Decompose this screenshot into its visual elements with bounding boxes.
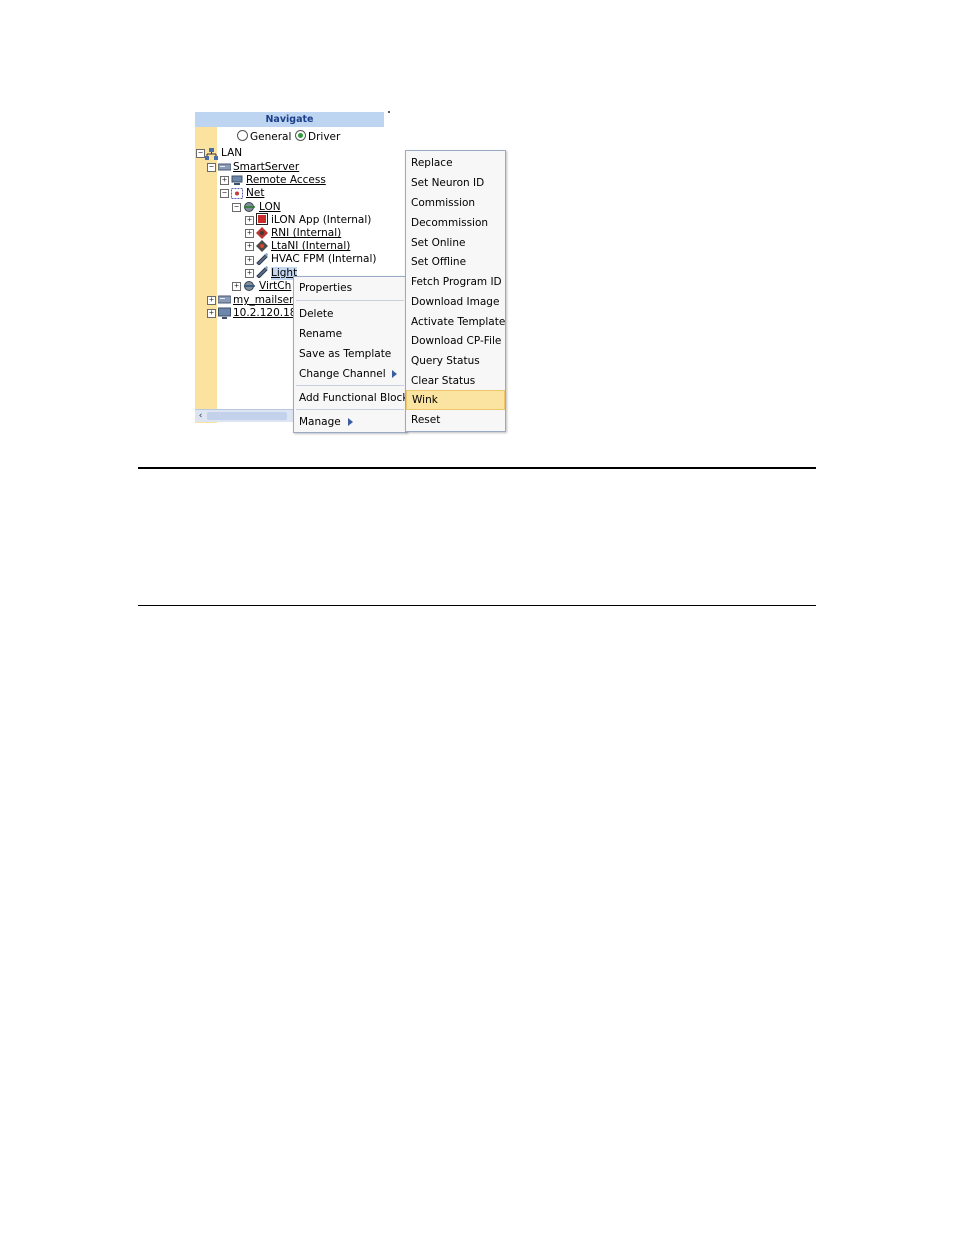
light-device-icon xyxy=(256,266,268,278)
mailserver-expand-toggle[interactable]: + xyxy=(207,296,216,305)
ltani-icon xyxy=(256,240,268,252)
virtual-channel-icon xyxy=(244,281,255,291)
submenu-item-wink[interactable]: Wink xyxy=(406,390,505,410)
lon-collapse-toggle[interactable]: − xyxy=(232,203,241,212)
radio-driver[interactable] xyxy=(295,130,306,141)
hvac-fpm-expand-toggle[interactable]: + xyxy=(245,256,254,265)
scroll-left-icon[interactable]: ‹ xyxy=(196,410,205,422)
view-mode-general-label: General xyxy=(250,131,292,143)
change-channel-label: Change Channel xyxy=(299,368,386,380)
menu-separator xyxy=(296,300,404,301)
document-rule-bottom xyxy=(138,605,816,606)
menu-item-manage[interactable]: Manage xyxy=(294,412,406,432)
submenu-item-fetch-program-id[interactable]: Fetch Program ID xyxy=(406,272,505,292)
manage-label: Manage xyxy=(299,416,341,428)
scrollbar-thumb[interactable] xyxy=(207,412,287,420)
tree-item-lan[interactable]: LAN xyxy=(221,147,242,160)
menu-item-properties[interactable]: Properties xyxy=(294,278,406,298)
tree-item-ilon-app[interactable]: iLON App (Internal) xyxy=(271,214,371,227)
lan-icon xyxy=(205,148,218,160)
submenu-item-commission[interactable]: Commission xyxy=(406,193,505,213)
submenu-item-download-image[interactable]: Download Image xyxy=(406,292,505,312)
menu-item-add-functional-block[interactable]: Add Functional Block xyxy=(294,388,408,408)
tree-item-mailserver[interactable]: my_mailserv xyxy=(233,294,300,307)
remote-access-icon xyxy=(231,175,243,185)
document-rule-top xyxy=(138,467,816,469)
submenu-item-set-neuron-id[interactable]: Set Neuron ID xyxy=(406,173,505,193)
light-expand-toggle[interactable]: + xyxy=(245,269,254,278)
tree-item-rni[interactable]: RNI (Internal) xyxy=(271,227,341,240)
radio-general[interactable] xyxy=(237,130,248,141)
view-mode-driver[interactable]: Driver xyxy=(295,130,340,144)
navigate-header: Navigate xyxy=(195,112,384,127)
rni-expand-toggle[interactable]: + xyxy=(245,229,254,238)
menu-item-delete[interactable]: Delete xyxy=(294,304,406,324)
submenu-item-clear-status[interactable]: Clear Status xyxy=(406,371,505,391)
submenu-item-query-status[interactable]: Query Status xyxy=(406,351,505,371)
tree-item-remote-access[interactable]: Remote Access xyxy=(246,174,326,187)
ip-device-icon xyxy=(218,307,231,319)
tree-item-virtch[interactable]: VirtCh xyxy=(259,280,291,293)
ip-device-expand-toggle[interactable]: + xyxy=(207,309,216,318)
ilon-app-expand-toggle[interactable]: + xyxy=(245,216,254,225)
menu-item-change-channel[interactable]: Change Channel xyxy=(294,364,406,384)
virtch-expand-toggle[interactable]: + xyxy=(232,282,241,291)
submenu-item-decommission[interactable]: Decommission xyxy=(406,213,505,233)
submenu-item-download-cp-file[interactable]: Download CP-File xyxy=(406,331,505,351)
tree-item-ip-device[interactable]: 10.2.120.18 xyxy=(233,307,296,320)
horizontal-scrollbar[interactable]: ‹ xyxy=(195,409,295,422)
view-mode-driver-label: Driver xyxy=(308,131,341,143)
lan-collapse-toggle[interactable]: − xyxy=(196,149,205,158)
menu-item-rename[interactable]: Rename xyxy=(294,324,406,344)
remote-access-expand-toggle[interactable]: + xyxy=(220,176,229,185)
submenu-item-activate-template[interactable]: Activate Template xyxy=(406,312,505,332)
context-menu: Properties Delete Rename Save as Templat… xyxy=(293,276,408,433)
tree-item-smartserver[interactable]: SmartServer xyxy=(233,161,299,174)
submenu-arrow-icon xyxy=(348,418,353,426)
tree-item-ltani[interactable]: LtaNI (Internal) xyxy=(271,240,350,253)
tree-item-hvac-fpm[interactable]: HVAC FPM (Internal) xyxy=(271,253,377,266)
menu-item-save-as-template[interactable]: Save as Template xyxy=(294,344,406,364)
mail-server-icon xyxy=(218,295,231,304)
header-edge-mark xyxy=(388,111,390,113)
submenu-item-replace[interactable]: Replace xyxy=(406,153,505,173)
tree-item-net[interactable]: Net xyxy=(246,187,264,200)
server-icon xyxy=(218,163,231,171)
channel-icon xyxy=(244,202,255,212)
view-mode-general[interactable]: General xyxy=(237,130,291,144)
submenu-item-set-online[interactable]: Set Online xyxy=(406,233,505,253)
submenu-item-reset[interactable]: Reset xyxy=(406,410,505,430)
network-icon xyxy=(231,188,243,199)
menu-separator xyxy=(296,409,404,410)
ltani-expand-toggle[interactable]: + xyxy=(245,242,254,251)
menu-separator xyxy=(296,385,404,386)
submenu-arrow-icon xyxy=(392,370,397,378)
net-collapse-toggle[interactable]: − xyxy=(220,189,229,198)
rni-icon xyxy=(256,227,268,239)
submenu-item-set-offline[interactable]: Set Offline xyxy=(406,252,505,272)
manage-submenu: Replace Set Neuron ID Commission Decommi… xyxy=(405,150,506,432)
smartserver-collapse-toggle[interactable]: − xyxy=(207,163,216,172)
ilon-app-icon xyxy=(256,213,268,225)
device-icon xyxy=(256,253,268,265)
